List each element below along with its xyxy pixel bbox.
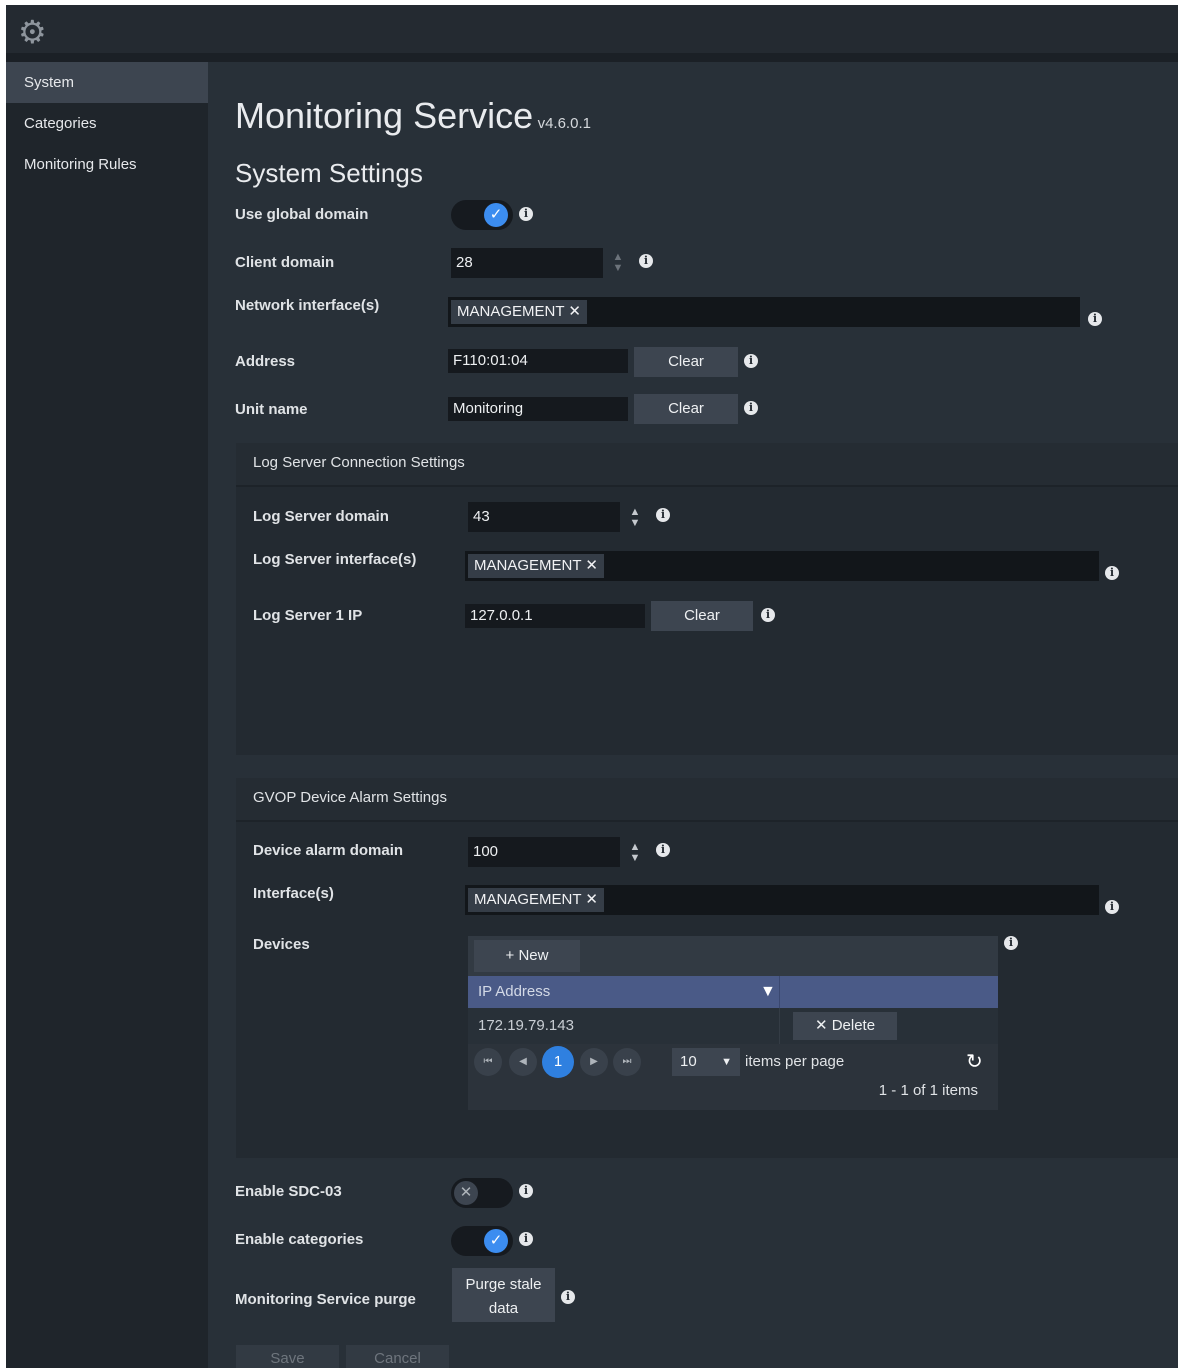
address-input[interactable]: F110:01:04 <box>448 349 628 373</box>
address-label: Address <box>235 353 296 370</box>
info-icon[interactable]: i <box>561 1290 575 1304</box>
main-content: Monitoring Service v4.6.0.1 System Setti… <box>208 62 1178 1368</box>
network-interfaces-multiselect[interactable]: MANAGEMENT ✕ <box>448 297 1080 327</box>
info-icon[interactable]: i <box>639 254 653 268</box>
device-alarm-domain-input[interactable]: 100 <box>468 837 620 867</box>
delete-device-button[interactable]: ✕ Delete <box>793 1012 897 1040</box>
chevron-down-icon: ▼ <box>721 1056 732 1068</box>
devices-label: Devices <box>253 936 310 953</box>
close-icon[interactable]: ✕ <box>585 891 598 908</box>
network-interfaces-label: Network interface(s) <box>235 297 380 314</box>
enable-sdc-toggle[interactable]: ✕ <box>451 1178 513 1208</box>
use-global-domain-toggle[interactable]: ✓ <box>451 200 513 230</box>
items-per-page-label: items per page <box>745 1053 845 1070</box>
devices-grid-header: IP Address ▼ <box>468 976 998 1008</box>
interface-tag[interactable]: MANAGEMENT ✕ <box>468 554 604 578</box>
page-title: Monitoring Service <box>235 95 534 136</box>
device-alarm-domain-label: Device alarm domain <box>253 842 404 859</box>
gvop-interfaces-label: Interface(s) <box>253 885 334 902</box>
close-icon[interactable]: ✕ <box>568 303 581 320</box>
device-ip-cell: 172.19.79.143 <box>478 1017 574 1034</box>
info-icon[interactable]: i <box>656 843 670 857</box>
interface-tag[interactable]: MANAGEMENT ✕ <box>468 888 604 912</box>
close-icon[interactable]: ✕ <box>585 557 598 574</box>
log-server-ip-label: Log Server 1 IP <box>253 607 363 624</box>
first-page-icon[interactable]: ⏮ <box>474 1048 502 1076</box>
sidebar: System Categories Monitoring Rules <box>6 62 208 1368</box>
version-label: v4.6.0.1 <box>537 115 591 132</box>
devices-pager: ⏮ ◀ 1 ▶ ⏭ 10 ▼ items per page ↻ 1 - 1 of… <box>468 1044 998 1110</box>
plus-icon: + <box>505 947 515 964</box>
prev-page-icon[interactable]: ◀ <box>509 1048 537 1076</box>
info-icon[interactable]: i <box>761 608 775 622</box>
app-frame: ⚙ System Categories Monitoring Rules Mon… <box>6 5 1178 1368</box>
purge-stale-data-button[interactable]: Purge stale data <box>452 1268 555 1322</box>
check-icon: ✓ <box>484 1229 508 1253</box>
column-divider <box>779 1008 780 1044</box>
ip-address-column-header[interactable]: IP Address <box>478 976 550 1008</box>
interface-tag[interactable]: MANAGEMENT ✕ <box>451 300 587 324</box>
enable-categories-toggle[interactable]: ✓ <box>451 1226 513 1256</box>
unit-name-input[interactable]: Monitoring <box>448 397 628 421</box>
gvop-panel-title: GVOP Device Alarm Settings <box>236 778 1178 822</box>
log-server-domain-spinner[interactable]: ▲ ▼ <box>625 507 645 529</box>
page-size-select[interactable]: 10 ▼ <box>672 1048 740 1076</box>
check-icon: ✓ <box>484 203 508 227</box>
use-global-domain-label: Use global domain <box>235 206 369 223</box>
page-number-button[interactable]: 1 <box>542 1046 574 1078</box>
gvop-interfaces-multiselect[interactable]: MANAGEMENT ✕ <box>465 885 1099 915</box>
log-server-interfaces-multiselect[interactable]: MANAGEMENT ✕ <box>465 551 1099 581</box>
top-bar: ⚙ <box>6 5 1178 62</box>
log-server-ip-input[interactable]: 127.0.0.1 <box>465 604 645 628</box>
gear-icon[interactable]: ⚙ <box>18 16 50 48</box>
info-icon[interactable]: i <box>1088 312 1102 326</box>
save-button[interactable]: Save <box>236 1345 339 1368</box>
cancel-button[interactable]: Cancel <box>346 1345 449 1368</box>
log-server-panel-title: Log Server Connection Settings <box>236 443 1178 487</box>
info-icon[interactable]: i <box>519 207 533 221</box>
enable-sdc-label: Enable SDC-03 <box>235 1183 342 1200</box>
sidebar-item-categories[interactable]: Categories <box>6 103 208 144</box>
unit-name-clear-button[interactable]: Clear <box>634 394 738 424</box>
sidebar-item-monitoring-rules[interactable]: Monitoring Rules <box>6 144 208 185</box>
column-divider <box>779 976 780 1008</box>
address-clear-button[interactable]: Clear <box>634 347 738 377</box>
section-title: System Settings <box>235 158 423 188</box>
close-icon: ✕ <box>814 1017 828 1034</box>
x-icon: ✕ <box>454 1181 478 1205</box>
log-server-domain-input[interactable]: 43 <box>468 502 620 532</box>
info-icon[interactable]: i <box>1105 900 1119 914</box>
info-icon[interactable]: i <box>656 508 670 522</box>
filter-icon[interactable]: ▼ <box>760 976 776 1008</box>
device-alarm-domain-spinner[interactable]: ▲ ▼ <box>625 842 645 864</box>
page-header: Monitoring Service v4.6.0.1 <box>235 95 591 137</box>
info-icon[interactable]: i <box>519 1184 533 1198</box>
unit-name-label: Unit name <box>235 401 308 418</box>
client-domain-label: Client domain <box>235 254 335 271</box>
log-server-domain-label: Log Server domain <box>253 508 389 525</box>
purge-label: Monitoring Service purge <box>235 1291 416 1308</box>
refresh-icon[interactable]: ↻ <box>966 1049 983 1074</box>
info-icon[interactable]: i <box>744 354 758 368</box>
info-icon[interactable]: i <box>1004 936 1018 950</box>
gvop-panel: GVOP Device Alarm Settings Device alarm … <box>236 778 1178 1158</box>
last-page-icon[interactable]: ⏭ <box>613 1048 641 1076</box>
client-domain-input[interactable]: 28 <box>451 248 603 278</box>
new-device-button[interactable]: + New <box>474 940 580 972</box>
client-domain-spinner[interactable]: ▲ ▼ <box>608 252 628 274</box>
log-server-interfaces-label: Log Server interface(s) <box>253 551 417 568</box>
log-server-panel: Log Server Connection Settings Log Serve… <box>236 443 1178 755</box>
table-row: 172.19.79.143 ✕ Delete <box>468 1008 998 1044</box>
enable-categories-label: Enable categories <box>235 1231 364 1248</box>
devices-toolbar: + New <box>468 936 998 976</box>
log-server-ip-clear-button[interactable]: Clear <box>651 601 753 631</box>
info-icon[interactable]: i <box>744 401 758 415</box>
sidebar-item-system[interactable]: System <box>6 62 208 103</box>
info-icon[interactable]: i <box>1105 566 1119 580</box>
next-page-icon[interactable]: ▶ <box>580 1048 608 1076</box>
info-icon[interactable]: i <box>519 1232 533 1246</box>
pager-summary: 1 - 1 of 1 items <box>878 1082 978 1099</box>
